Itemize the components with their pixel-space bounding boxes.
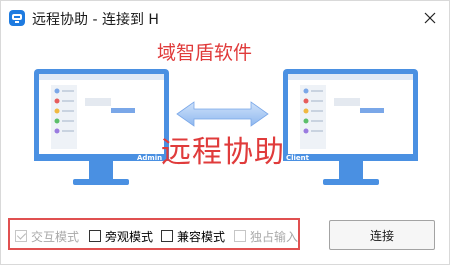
checkbox-icon [234, 230, 246, 242]
bottom-bar: 交互模式 旁观模式 兼容模式 独占输入 连接 [1, 206, 449, 264]
watch-mode-checkbox[interactable]: 旁观模式 [89, 228, 153, 244]
client-monitor-icon [283, 69, 418, 185]
compat-mode-checkbox[interactable]: 兼容模式 [161, 228, 225, 244]
client-monitor-label: Client [286, 154, 310, 162]
exclusive-input-checkbox[interactable]: 独占输入 [234, 228, 298, 244]
app-logo-icon [9, 10, 25, 26]
remote-assist-window: 远程协助 - 连接到 H Admin Client 域智盾软件 远程协助 交互模… [0, 0, 450, 265]
watermark-top: 域智盾软件 [157, 42, 253, 64]
interactive-mode-checkbox[interactable]: 交互模式 [15, 228, 79, 244]
watermark-center: 远程协助 [161, 135, 285, 170]
interactive-mode-label: 交互模式 [31, 229, 80, 244]
mode-options-group: 交互模式 旁观模式 兼容模式 独占输入 [8, 218, 300, 250]
window-title: 远程协助 - 连接到 H [32, 12, 159, 28]
admin-monitor-icon [34, 69, 169, 185]
checkbox-icon [89, 230, 101, 242]
illustration: Admin Client 域智盾软件 远程协助 [1, 35, 449, 205]
exclusive-input-label: 独占输入 [250, 229, 299, 244]
admin-monitor-label: Admin [137, 154, 162, 162]
connect-button[interactable]: 连接 [329, 220, 435, 250]
checkbox-icon [161, 230, 173, 242]
bidirectional-arrow-icon [176, 101, 269, 127]
compat-mode-label: 兼容模式 [177, 229, 226, 244]
checkbox-checked-icon [15, 230, 27, 242]
watch-mode-label: 旁观模式 [105, 229, 154, 244]
close-button[interactable] [417, 5, 443, 31]
title-bar: 远程协助 - 连接到 H [1, 1, 449, 35]
close-icon [424, 12, 436, 24]
